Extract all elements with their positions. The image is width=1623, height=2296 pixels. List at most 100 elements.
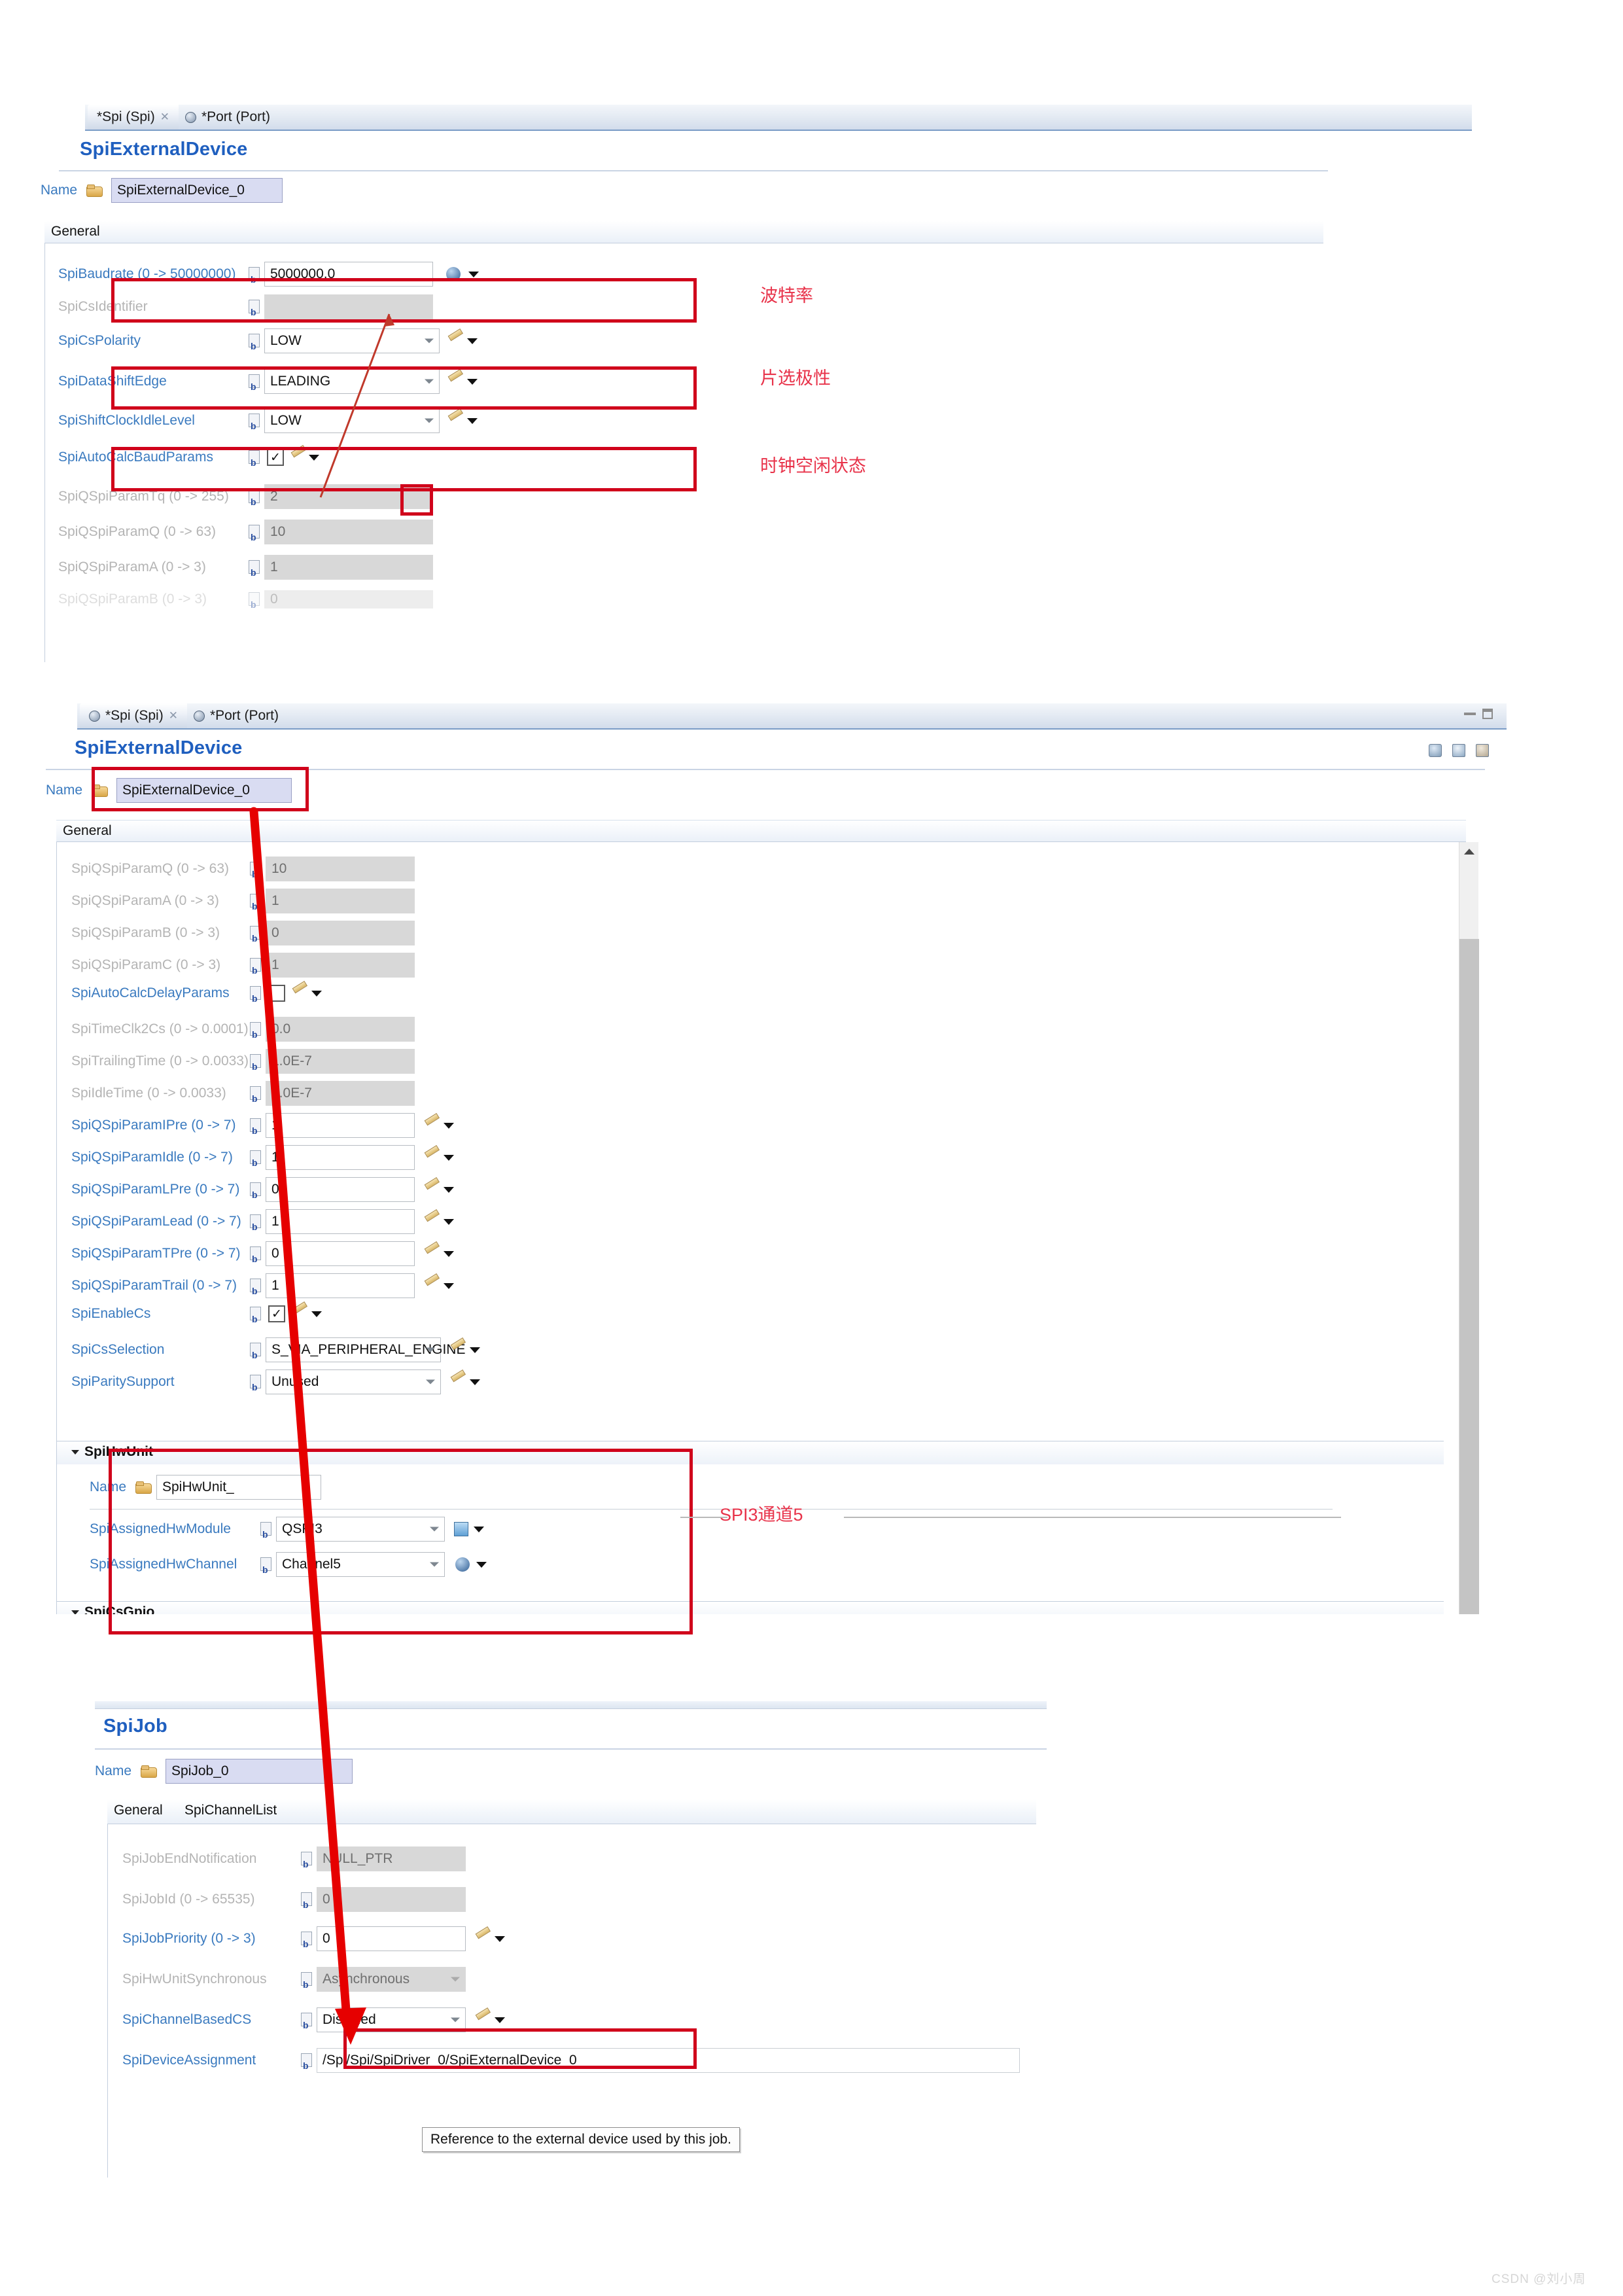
section-tab-general-2[interactable]: General bbox=[63, 823, 112, 839]
edit-pencil-icon[interactable] bbox=[475, 2013, 492, 2027]
form-row: SpiJobPriority (0 -> 3) 0 bbox=[122, 1926, 505, 1951]
chevron-down-icon[interactable] bbox=[311, 1311, 322, 1317]
name-input-1[interactable]: SpiExternalDevice_0 bbox=[111, 178, 283, 203]
up-icon[interactable] bbox=[1452, 744, 1465, 757]
spishiftclockidlelevel-combo[interactable]: LOW bbox=[264, 408, 440, 433]
tab-spi[interactable]: *Spi (Spi) ✕ bbox=[80, 703, 187, 728]
spidatashiftedge-combo[interactable]: LEADING bbox=[264, 369, 440, 394]
edit-pencil-icon[interactable] bbox=[292, 986, 309, 1000]
minimize-icon[interactable] bbox=[1464, 713, 1476, 715]
edit-pencil-icon[interactable] bbox=[424, 1182, 441, 1197]
chevron-down-icon[interactable] bbox=[444, 1186, 454, 1193]
tab-spi[interactable]: *Spi (Spi) ✕ bbox=[88, 105, 179, 130]
row-value: 0 bbox=[266, 921, 415, 945]
vertical-scrollbar[interactable] bbox=[1459, 842, 1479, 1614]
chevron-down-icon[interactable] bbox=[444, 1250, 454, 1257]
chevron-down-icon[interactable] bbox=[467, 417, 478, 424]
chevron-down-icon[interactable] bbox=[444, 1218, 454, 1225]
chevron-down-icon[interactable] bbox=[311, 990, 322, 997]
tab-port[interactable]: *Port (Port) bbox=[187, 703, 288, 728]
row-checkbox[interactable] bbox=[268, 985, 285, 1002]
section-tab-spichannellist[interactable]: SpiChannelList bbox=[184, 1803, 277, 1818]
spiautocalcbaudparams-checkbox[interactable]: ✓ bbox=[267, 449, 284, 466]
param-icon bbox=[248, 559, 260, 577]
edit-pencil-icon[interactable] bbox=[475, 1932, 492, 1946]
chevron-down-icon[interactable] bbox=[309, 454, 319, 461]
row-value[interactable]: 1 bbox=[266, 1113, 415, 1138]
close-icon[interactable]: ✕ bbox=[169, 709, 178, 722]
chevron-down-icon[interactable] bbox=[467, 338, 478, 344]
section-tab-general-1[interactable]: General bbox=[51, 224, 100, 239]
param-icon bbox=[248, 374, 260, 391]
row-checkbox[interactable]: ✓ bbox=[268, 1305, 285, 1322]
spijobpriority-input[interactable]: 0 bbox=[317, 1926, 466, 1951]
row-value[interactable]: 1 bbox=[266, 1209, 415, 1234]
spiassignedhwchannel-combo[interactable]: Channel5 bbox=[276, 1552, 445, 1577]
spicspolarity-combo[interactable]: LOW bbox=[264, 328, 440, 353]
param-icon bbox=[249, 1021, 262, 1039]
edit-pencil-icon[interactable] bbox=[424, 1214, 441, 1229]
spibaudrate-input[interactable]: 5000000.0 bbox=[264, 262, 433, 287]
spicsgpio-group-header[interactable]: SpiCsGpio bbox=[57, 1601, 1444, 1614]
spichannelbasedcs-combo[interactable]: Disabled bbox=[317, 2007, 466, 2032]
edit-pencil-icon[interactable] bbox=[292, 1307, 309, 1321]
chevron-down-icon[interactable] bbox=[444, 1282, 454, 1289]
calculate-icon[interactable] bbox=[446, 267, 461, 281]
name-label-1: Name bbox=[41, 183, 78, 198]
row-value[interactable]: 1 bbox=[266, 1273, 415, 1298]
field-label: SpiQSpiParamA (0 -> 3) bbox=[58, 559, 206, 574]
name-input-3[interactable]: SpiJob_0 bbox=[166, 1759, 353, 1784]
param-icon bbox=[249, 957, 262, 975]
scroll-up-icon[interactable] bbox=[1459, 842, 1478, 860]
tab-port[interactable]: *Port (Port) bbox=[179, 105, 279, 130]
spihwunit-group-header[interactable]: SpiHwUnit bbox=[57, 1441, 1444, 1464]
field-label: SpiQSpiParamLead (0 -> 7) bbox=[71, 1214, 241, 1229]
maximize-icon[interactable] bbox=[1482, 709, 1493, 719]
chevron-down-icon[interactable] bbox=[470, 1347, 480, 1353]
field-label: SpiQSpiParamQ (0 -> 63) bbox=[71, 861, 230, 876]
spicspolarity-value: LOW bbox=[270, 333, 302, 348]
field-label: SpiQSpiParamQ (0 -> 63) bbox=[58, 524, 217, 539]
chevron-down-icon[interactable] bbox=[444, 1122, 454, 1129]
form-row: SpiTrailingTime (0 -> 0.0033) 1.0E-7 bbox=[71, 1049, 415, 1074]
edit-pencil-icon[interactable] bbox=[447, 414, 464, 428]
close-icon[interactable]: ✕ bbox=[160, 111, 169, 124]
edit-pencil-icon[interactable] bbox=[424, 1118, 441, 1133]
back-icon[interactable] bbox=[1429, 744, 1442, 757]
chevron-down-icon[interactable] bbox=[467, 378, 478, 385]
row-value[interactable]: S_VIA_PERIPHERAL_ENGINE bbox=[266, 1337, 465, 1362]
module-image-icon[interactable] bbox=[454, 1522, 468, 1536]
name-input-2[interactable]: SpiExternalDevice_0 bbox=[116, 778, 292, 803]
row-value[interactable]: 0 bbox=[266, 1177, 415, 1202]
edit-pencil-icon[interactable] bbox=[450, 1343, 467, 1357]
collapse-twisty-icon[interactable] bbox=[71, 1610, 79, 1614]
spiassignedhwmodule-combo[interactable]: QSPI3 bbox=[276, 1517, 445, 1542]
scrollbar-thumb[interactable] bbox=[1459, 939, 1479, 1614]
edit-pencil-icon[interactable] bbox=[447, 334, 464, 348]
row-value[interactable]: 0 bbox=[266, 1241, 415, 1266]
spideviceassignment-input[interactable]: /Spi/Spi/SpiDriver_0/SpiExternalDevice_0 bbox=[317, 2048, 1020, 2073]
edit-pencil-icon[interactable] bbox=[424, 1150, 441, 1165]
spicsgpio-group-title: SpiCsGpio bbox=[84, 1604, 155, 1614]
chevron-down-icon[interactable] bbox=[444, 1154, 454, 1161]
calculate-icon[interactable] bbox=[455, 1557, 470, 1572]
edit-pencil-icon[interactable] bbox=[290, 450, 307, 465]
form-row: SpiDeviceAssignment /Spi/Spi/SpiDriver_0… bbox=[122, 2048, 1025, 2073]
edit-pencil-icon[interactable] bbox=[447, 374, 464, 389]
home-icon[interactable] bbox=[1476, 744, 1489, 757]
row-value[interactable]: 1 bbox=[266, 1145, 415, 1170]
hwunit-name-input[interactable]: SpiHwUnit_ bbox=[156, 1475, 321, 1500]
chevron-down-icon[interactable] bbox=[495, 2017, 505, 2023]
chevron-down-icon[interactable] bbox=[476, 1561, 487, 1568]
edit-pencil-icon[interactable] bbox=[450, 1375, 467, 1389]
chevron-down-icon[interactable] bbox=[495, 1935, 505, 1942]
collapse-twisty-icon[interactable] bbox=[71, 1449, 79, 1455]
row-value[interactable]: Unused bbox=[266, 1369, 441, 1394]
edit-pencil-icon[interactable] bbox=[424, 1246, 441, 1261]
chevron-down-icon[interactable] bbox=[474, 1526, 484, 1532]
section-tab-general-3[interactable]: General bbox=[114, 1803, 163, 1818]
chevron-down-icon[interactable] bbox=[470, 1379, 480, 1385]
edit-pencil-icon[interactable] bbox=[424, 1279, 441, 1293]
chevron-down-icon[interactable] bbox=[468, 271, 479, 277]
param-icon bbox=[249, 1086, 262, 1103]
